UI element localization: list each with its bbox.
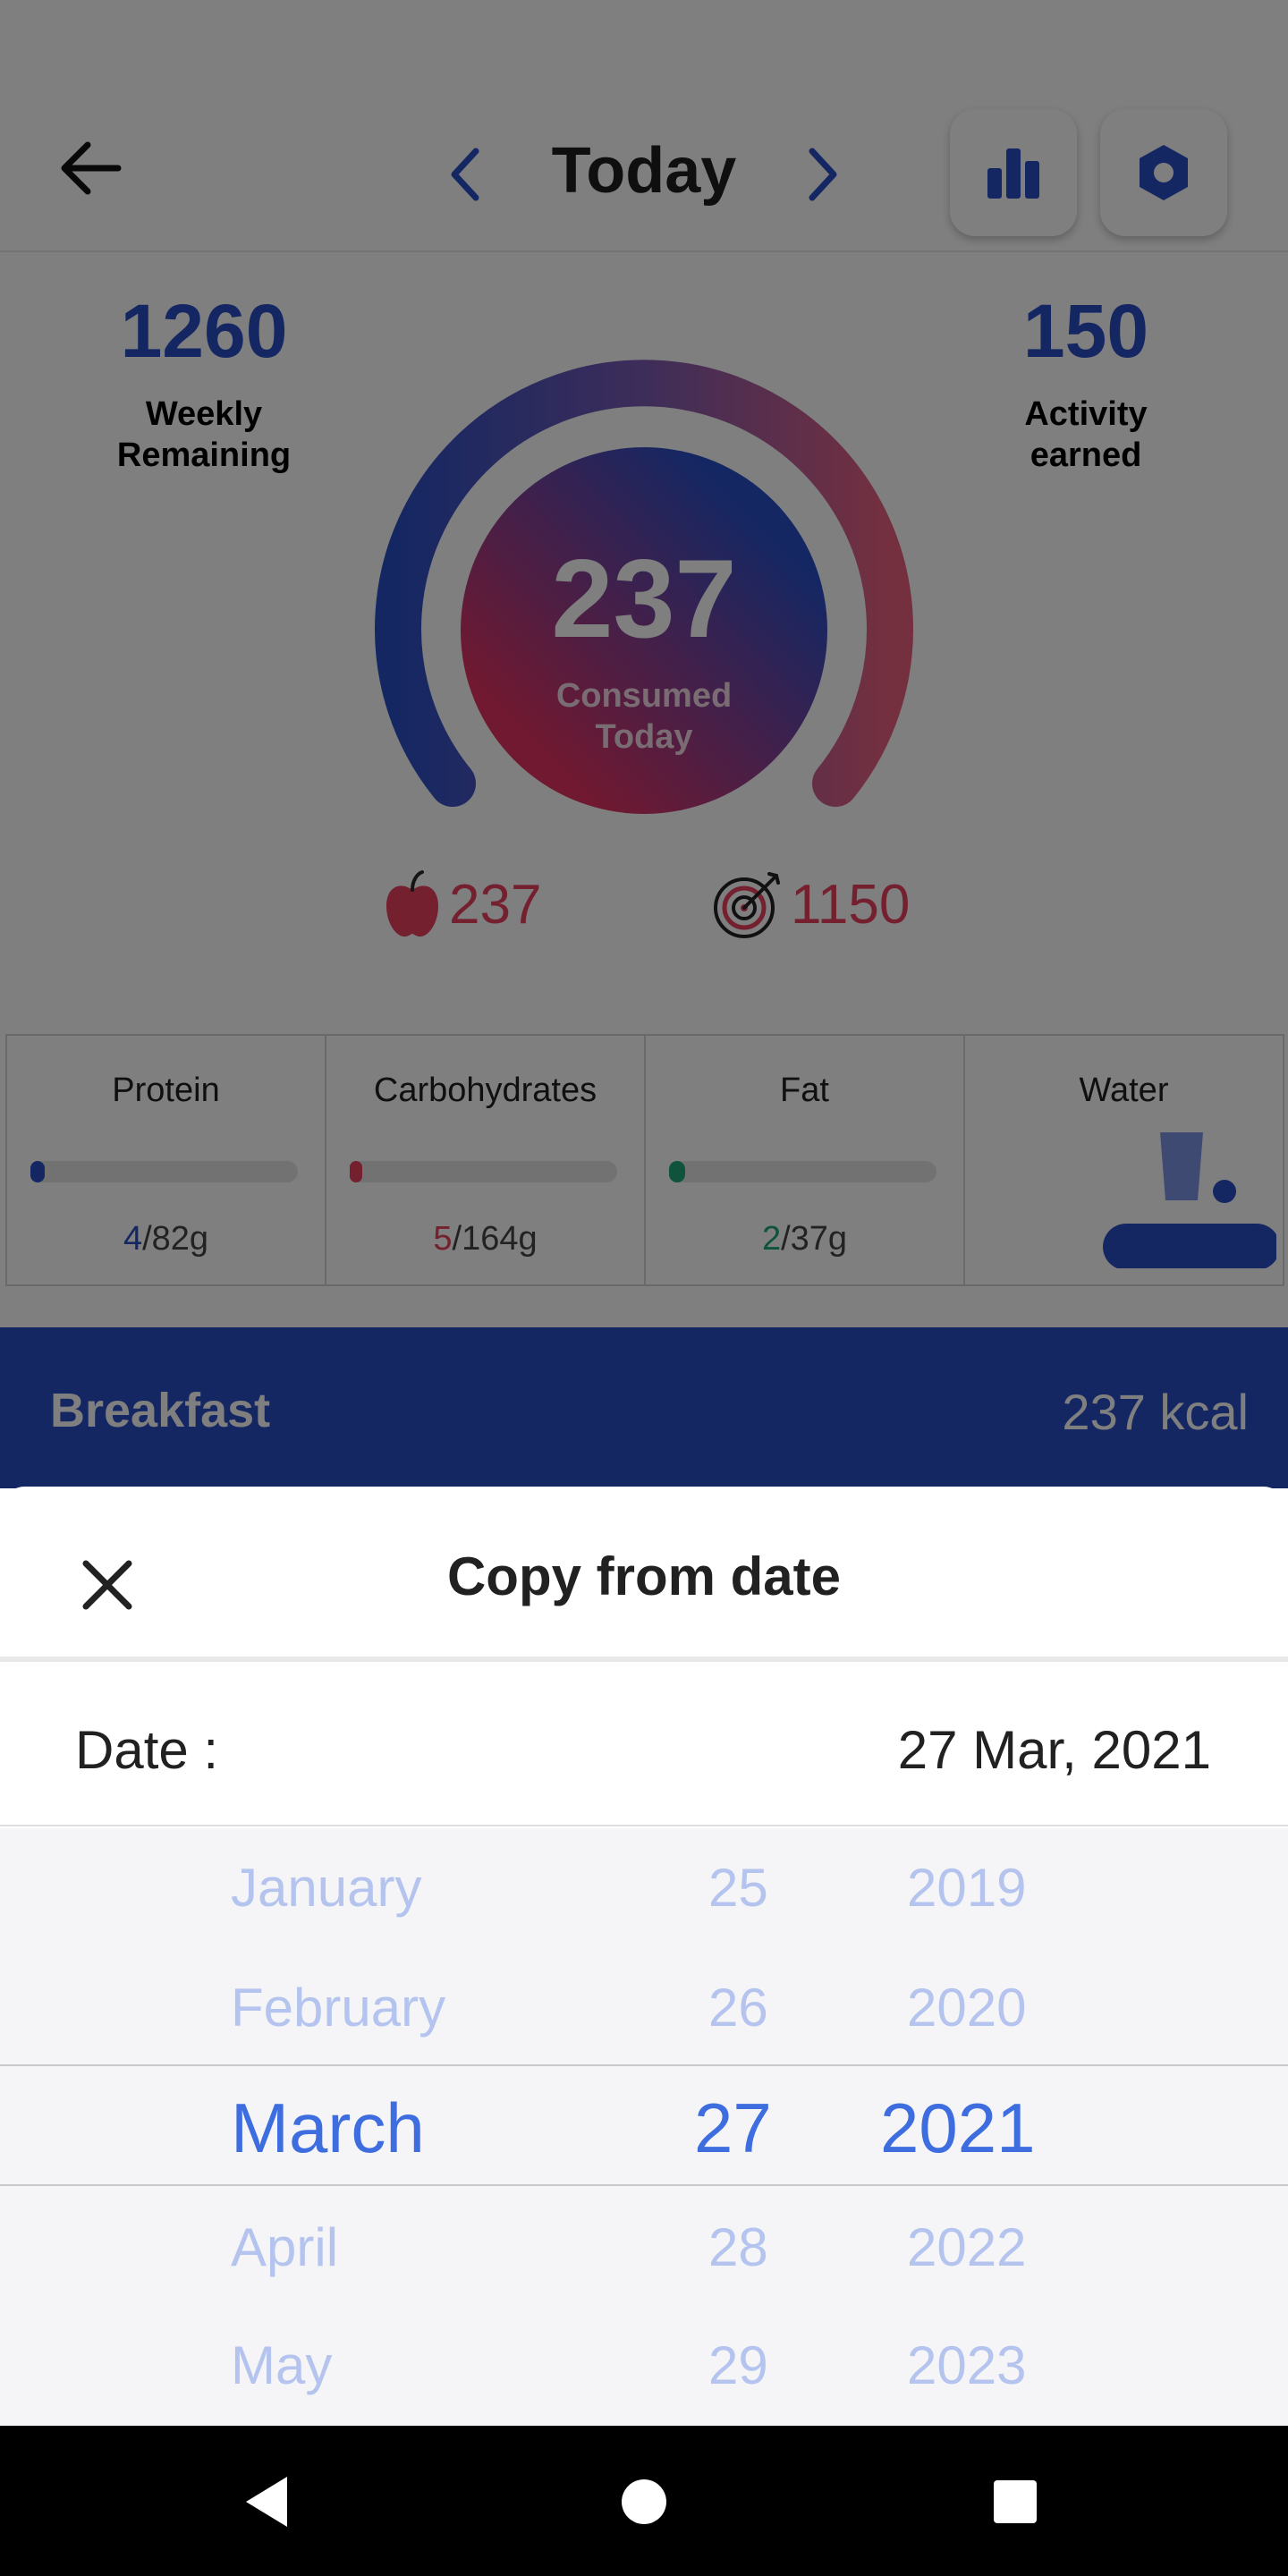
system-recents-button[interactable] bbox=[977, 2463, 1054, 2540]
sheet-header: Copy from date bbox=[0, 1487, 1288, 1662]
modal-scrim[interactable] bbox=[0, 0, 1288, 1488]
sheet-title: Copy from date bbox=[446, 1546, 842, 1606]
square-recents-icon bbox=[994, 2480, 1037, 2523]
date-value: 27 Mar, 2021 bbox=[897, 1720, 1211, 1780]
month-option-selected[interactable]: March bbox=[231, 2068, 425, 2188]
day-option[interactable]: 26 bbox=[708, 1948, 768, 2068]
system-home-button[interactable] bbox=[606, 2463, 682, 2540]
year-option[interactable]: 2020 bbox=[907, 1948, 1026, 2068]
copy-from-date-sheet: Copy from date Date : 27 Mar, 2021 Janua… bbox=[0, 1487, 1288, 2426]
date-wheel-picker: January February March April May 25 26 2… bbox=[0, 1828, 1288, 2426]
year-option[interactable]: 2023 bbox=[907, 2306, 1026, 2426]
circle-home-icon bbox=[622, 2479, 666, 2524]
month-option[interactable]: January bbox=[231, 1828, 421, 1948]
date-row: Date : 27 Mar, 2021 bbox=[0, 1667, 1288, 1826]
year-option[interactable]: 2019 bbox=[907, 1828, 1026, 1948]
date-label: Date : bbox=[75, 1720, 219, 1780]
triangle-back-icon bbox=[246, 2477, 287, 2527]
day-option[interactable]: 25 bbox=[708, 1828, 768, 1948]
month-option[interactable]: February bbox=[231, 1948, 445, 2068]
system-navigation-bar bbox=[0, 2426, 1288, 2576]
year-option[interactable]: 2022 bbox=[907, 2188, 1026, 2308]
year-option-selected[interactable]: 2021 bbox=[880, 2068, 1036, 2188]
day-option[interactable]: 29 bbox=[708, 2306, 768, 2426]
close-icon bbox=[82, 1560, 132, 1610]
picker-selection-band bbox=[0, 2064, 1288, 2186]
day-option-selected[interactable]: 27 bbox=[694, 2068, 772, 2188]
day-option[interactable]: 28 bbox=[708, 2188, 768, 2308]
month-option[interactable]: April bbox=[231, 2188, 338, 2308]
month-option[interactable]: May bbox=[231, 2306, 332, 2426]
close-button[interactable] bbox=[63, 1540, 152, 1630]
system-back-button[interactable] bbox=[229, 2463, 306, 2540]
